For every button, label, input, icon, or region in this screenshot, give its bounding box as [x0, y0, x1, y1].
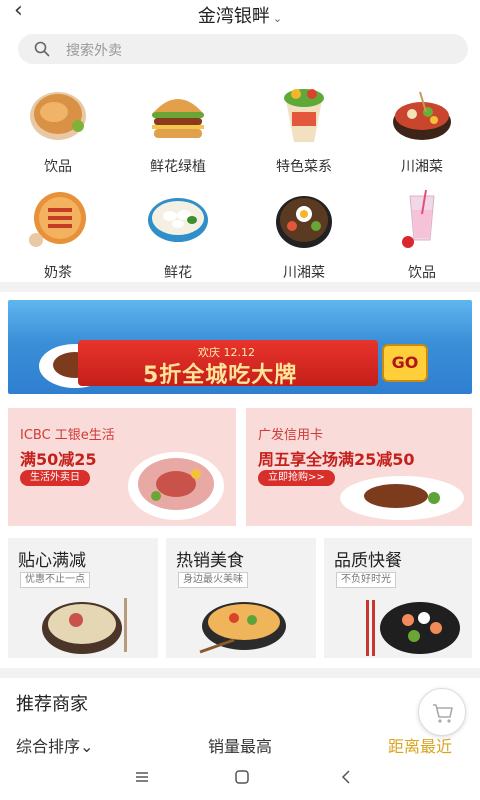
app-page: ‹ 金湾银畔 ⌄ 搜索外卖 饮品 鲜花绿植 特色菜系 川湘菜 奶茶 鲜花 川湘菜…: [0, 0, 480, 800]
feature-card[interactable]: 贴心满减 优惠不止一点: [8, 538, 158, 658]
promo-bank-label: 广发信用卡: [258, 428, 324, 443]
promo-tag: 生活外卖日: [20, 470, 90, 486]
category-label: 特色菜系: [276, 159, 332, 175]
category-item[interactable]: 鲜花绿植: [128, 82, 228, 176]
feature-card[interactable]: 品质快餐 不负好时光: [324, 538, 472, 658]
category-item[interactable]: 川湘菜: [372, 82, 472, 176]
location-label: 金湾银畔: [197, 6, 270, 27]
category-label: 饮品: [408, 265, 436, 281]
feature-subtitle: 优惠不止一点: [20, 572, 90, 588]
search-bar[interactable]: 搜索外卖: [18, 34, 468, 64]
flatbread-icon: [30, 92, 86, 140]
promo-offer: 周五享全场满25减50: [258, 450, 415, 469]
location-selector[interactable]: 金湾银畔 ⌄: [0, 2, 480, 28]
banner-go-button[interactable]: GO: [382, 344, 428, 382]
category-label: 饮品: [44, 159, 72, 175]
section-divider: [0, 668, 480, 678]
smoothie-icon: [402, 189, 435, 248]
feature-title: 贴心满减: [18, 551, 86, 571]
feature-title: 热销美食: [176, 551, 244, 571]
feature-title: 品质快餐: [334, 551, 402, 571]
category-label: 川湘菜: [283, 265, 325, 281]
back-nav-icon[interactable]: [338, 769, 354, 785]
home-icon[interactable]: [234, 769, 250, 785]
cart-button[interactable]: [418, 688, 466, 736]
sushi-platter-image: [366, 600, 460, 656]
category-label: 奶茶: [44, 265, 72, 281]
cart-icon: [433, 704, 453, 723]
category-item[interactable]: 奶茶: [8, 188, 108, 282]
promo-banner[interactable]: 欢庆 12.12 5折全城吃大牌 GO: [8, 300, 472, 394]
search-icon: [34, 41, 50, 57]
feature-subtitle: 身边最火美味: [178, 572, 248, 588]
dumpling-bowl-icon: [148, 198, 208, 242]
category-item[interactable]: 特色菜系: [254, 82, 354, 176]
promo-card-icbc[interactable]: ICBC 工银e生活 满50减25 生活外卖日: [8, 408, 236, 526]
recommend-title: 推荐商家: [16, 694, 88, 715]
steak-plate-image: [340, 476, 464, 520]
sort-bar: 综合排序⌄ 销量最高 距离最近: [0, 733, 480, 757]
chevron-down-icon: ⌄: [272, 12, 283, 25]
feature-subtitle: 不负好时光: [336, 572, 396, 588]
category-item[interactable]: 饮品: [372, 188, 472, 282]
section-divider: [0, 282, 480, 292]
sort-default-tab[interactable]: 综合排序⌄: [16, 733, 93, 757]
category-label: 鲜花绿植: [150, 159, 206, 175]
promo-card-cgb[interactable]: 广发信用卡 周五享全场满25减50 立即抢购>>: [246, 408, 472, 526]
sort-sales-tab[interactable]: 销量最高: [208, 733, 272, 757]
pizza-icon: [29, 192, 86, 247]
category-item[interactable]: 川湘菜: [254, 188, 354, 282]
category-label: 川湘菜: [401, 159, 443, 175]
system-nav-bar: [0, 758, 480, 800]
platter-image: [128, 452, 224, 520]
promo-offer: 满50减25: [20, 450, 97, 469]
promo-bank-label: ICBC 工银e生活: [20, 428, 115, 443]
category-label: 鲜花: [164, 265, 192, 281]
wrap-icon: [284, 89, 324, 142]
feature-card[interactable]: 热销美食 身边最火美味: [166, 538, 316, 658]
bibimbap-icon: [276, 196, 332, 248]
menu-icon[interactable]: [134, 769, 150, 785]
burger-icon: [152, 99, 204, 138]
banner-slogan: 5折全城吃大牌: [143, 363, 298, 388]
category-item[interactable]: 鲜花: [128, 188, 228, 282]
search-placeholder: 搜索外卖: [66, 43, 122, 59]
category-item[interactable]: 饮品: [8, 82, 108, 176]
top-bar: ‹ 金湾银畔 ⌄: [0, 0, 480, 28]
promo-tag[interactable]: 立即抢购>>: [258, 470, 335, 486]
hotpot-icon: [393, 91, 451, 140]
soup-bowl-image: [42, 598, 127, 654]
sort-distance-tab[interactable]: 距离最近: [388, 733, 452, 757]
noodle-bowl-image: [199, 602, 286, 654]
